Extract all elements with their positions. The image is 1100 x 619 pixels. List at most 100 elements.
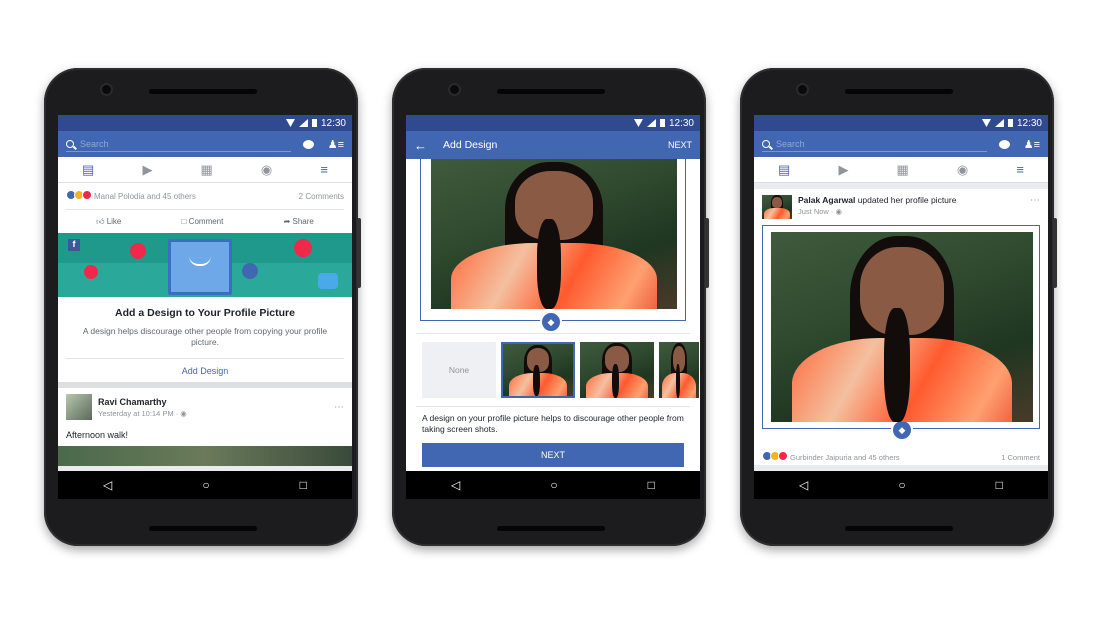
like-label: Like (106, 216, 122, 226)
status-time: 12:30 (1016, 117, 1042, 129)
video-tab-icon[interactable]: ▶ (838, 162, 848, 178)
nav-recents-icon[interactable]: □ (996, 478, 1003, 492)
share-label: Share (292, 217, 314, 226)
post-image[interactable] (58, 446, 352, 466)
nav-recents-icon[interactable]: □ (648, 478, 655, 492)
android-nav-bar: ◁ ○ □ (754, 471, 1048, 499)
share-button[interactable]: ➦ Share (284, 217, 314, 226)
phone-frame-profile-update: 12:30 Search ♟≡ ▤ ▶ ▦ ◉ ≡ Palak Agarwal … (740, 68, 1057, 546)
power-button (357, 218, 361, 288)
globe-notifications-icon[interactable]: ◉ (261, 162, 272, 178)
front-camera (798, 85, 807, 94)
search-bar[interactable]: Search (66, 136, 291, 152)
nav-home-icon[interactable]: ○ (202, 478, 209, 492)
avatar[interactable] (762, 195, 792, 219)
privacy-globe-icon: ◉ (180, 408, 187, 418)
design-option-none[interactable]: None (422, 342, 496, 398)
post-timestamp: Yesterday at 10:14 PM · (98, 408, 179, 418)
earpiece-speaker (497, 89, 605, 94)
news-feed-tab-icon[interactable]: ▤ (778, 162, 790, 178)
love-reaction-icon (82, 190, 92, 200)
like-button[interactable]: 👍︎ Like (96, 217, 121, 227)
marketplace-tab-icon[interactable]: ▦ (897, 162, 909, 178)
design-option-thumb[interactable] (580, 342, 654, 398)
reactions-summary[interactable]: Gurbinder Jaipuria and 45 others (790, 453, 900, 462)
profile-picture-frame[interactable]: ◆ (762, 225, 1040, 441)
reaction-icons (762, 451, 788, 463)
wifi-icon (633, 119, 643, 127)
nav-recents-icon[interactable]: □ (300, 478, 307, 492)
wifi-icon (981, 119, 991, 127)
back-arrow-icon[interactable]: ← (414, 138, 427, 153)
globe-notifications-icon[interactable]: ◉ (957, 162, 968, 178)
status-bar: 12:30 (754, 115, 1048, 131)
marketplace-tab-icon[interactable]: ▦ (201, 162, 213, 178)
post-options-icon[interactable]: ⋯ (1030, 195, 1040, 206)
friend-requests-icon[interactable]: ♟≡ (1024, 138, 1040, 151)
news-feed-tab-icon[interactable]: ▤ (82, 162, 94, 178)
next-button[interactable]: NEXT (422, 443, 684, 467)
screen-add-design: 12:30 ← Add Design NEXT ◆ None A design … (406, 115, 700, 499)
search-bar[interactable]: Search (762, 136, 987, 152)
nav-home-icon[interactable]: ○ (898, 478, 905, 492)
nav-home-icon[interactable]: ○ (550, 478, 557, 492)
earpiece-speaker (845, 89, 953, 94)
front-camera (450, 85, 459, 94)
status-time: 12:30 (320, 117, 346, 129)
app-bar: Search ♟≡ (58, 131, 352, 157)
nav-back-icon[interactable]: ◁ (451, 478, 460, 492)
search-placeholder: Search (776, 138, 805, 149)
post-author[interactable]: Palak Agarwal (798, 195, 855, 205)
signal-icon (994, 119, 1004, 127)
menu-icon[interactable]: ≡ (320, 162, 328, 177)
battery-icon (311, 119, 317, 127)
privacy-globe-icon: ◉ (835, 207, 843, 216)
post-timestamp: Just Now · (798, 207, 834, 216)
video-tab-icon[interactable]: ▶ (142, 162, 152, 178)
messenger-icon[interactable] (998, 139, 1010, 149)
nav-back-icon[interactable]: ◁ (103, 478, 112, 492)
app-bar: Search ♟≡ (754, 131, 1048, 157)
nav-back-icon[interactable]: ◁ (799, 478, 808, 492)
wifi-icon (285, 119, 295, 127)
search-icon (762, 139, 770, 148)
friend-requests-icon[interactable]: ♟≡ (328, 138, 344, 151)
design-option-thumb[interactable] (659, 342, 699, 398)
bottom-speaker (497, 526, 605, 531)
facebook-logo-icon: f (68, 239, 80, 251)
profile-picture (771, 232, 1033, 422)
post-options-icon[interactable]: ⋯ (334, 402, 344, 413)
tab-bar: ▤ ▶ ▦ ◉ ≡ (58, 157, 352, 183)
page-title: Add Design (443, 139, 498, 151)
heart-bubble-icon (84, 265, 98, 279)
comments-count[interactable]: 1 Comment (1001, 453, 1040, 462)
reactions-summary[interactable]: Manal Polodia and 45 others (94, 192, 196, 201)
divider (416, 333, 690, 334)
app-bar: ← Add Design NEXT (406, 131, 700, 159)
messenger-icon[interactable] (302, 139, 314, 149)
screen-profile-update: 12:30 Search ♟≡ ▤ ▶ ▦ ◉ ≡ Palak Agarwal … (754, 115, 1048, 499)
promo-illustration: f (58, 233, 352, 297)
screen-feed: 12:30 Search ♟≡ ▤ ▶ ▦ ◉ ≡ Manal Polodia … (58, 115, 352, 499)
shield-guard-icon: ◆ (540, 311, 562, 333)
android-nav-bar: ◁ ○ □ (58, 471, 352, 499)
post-reactions-card: Manal Polodia and 45 others 2 Comments 👍… (58, 183, 352, 233)
profile-photo-preview (431, 159, 677, 309)
comment-button[interactable]: □ Comment (182, 217, 224, 226)
design-description: A design on your profile picture helps t… (422, 413, 684, 434)
post-author[interactable]: Ravi Chamarthy (98, 397, 328, 407)
battery-icon (1007, 119, 1013, 127)
avatar[interactable] (66, 394, 92, 420)
next-header-button[interactable]: NEXT (668, 140, 692, 150)
status-bar: 12:30 (406, 115, 700, 131)
comment-icon: □ (181, 217, 189, 226)
menu-icon[interactable]: ≡ (1016, 162, 1024, 177)
promo-text-block: Add a Design to Your Profile Picture A d… (58, 297, 352, 352)
status-time: 12:30 (668, 117, 694, 129)
promo-body: A design helps discourage other people f… (82, 326, 328, 347)
add-design-link[interactable]: Add Design (66, 358, 344, 382)
heart-bubble-icon (130, 243, 146, 259)
comments-count[interactable]: 2 Comments (299, 192, 344, 201)
power-button (1053, 218, 1057, 288)
design-option-thumb-selected[interactable] (501, 342, 575, 398)
